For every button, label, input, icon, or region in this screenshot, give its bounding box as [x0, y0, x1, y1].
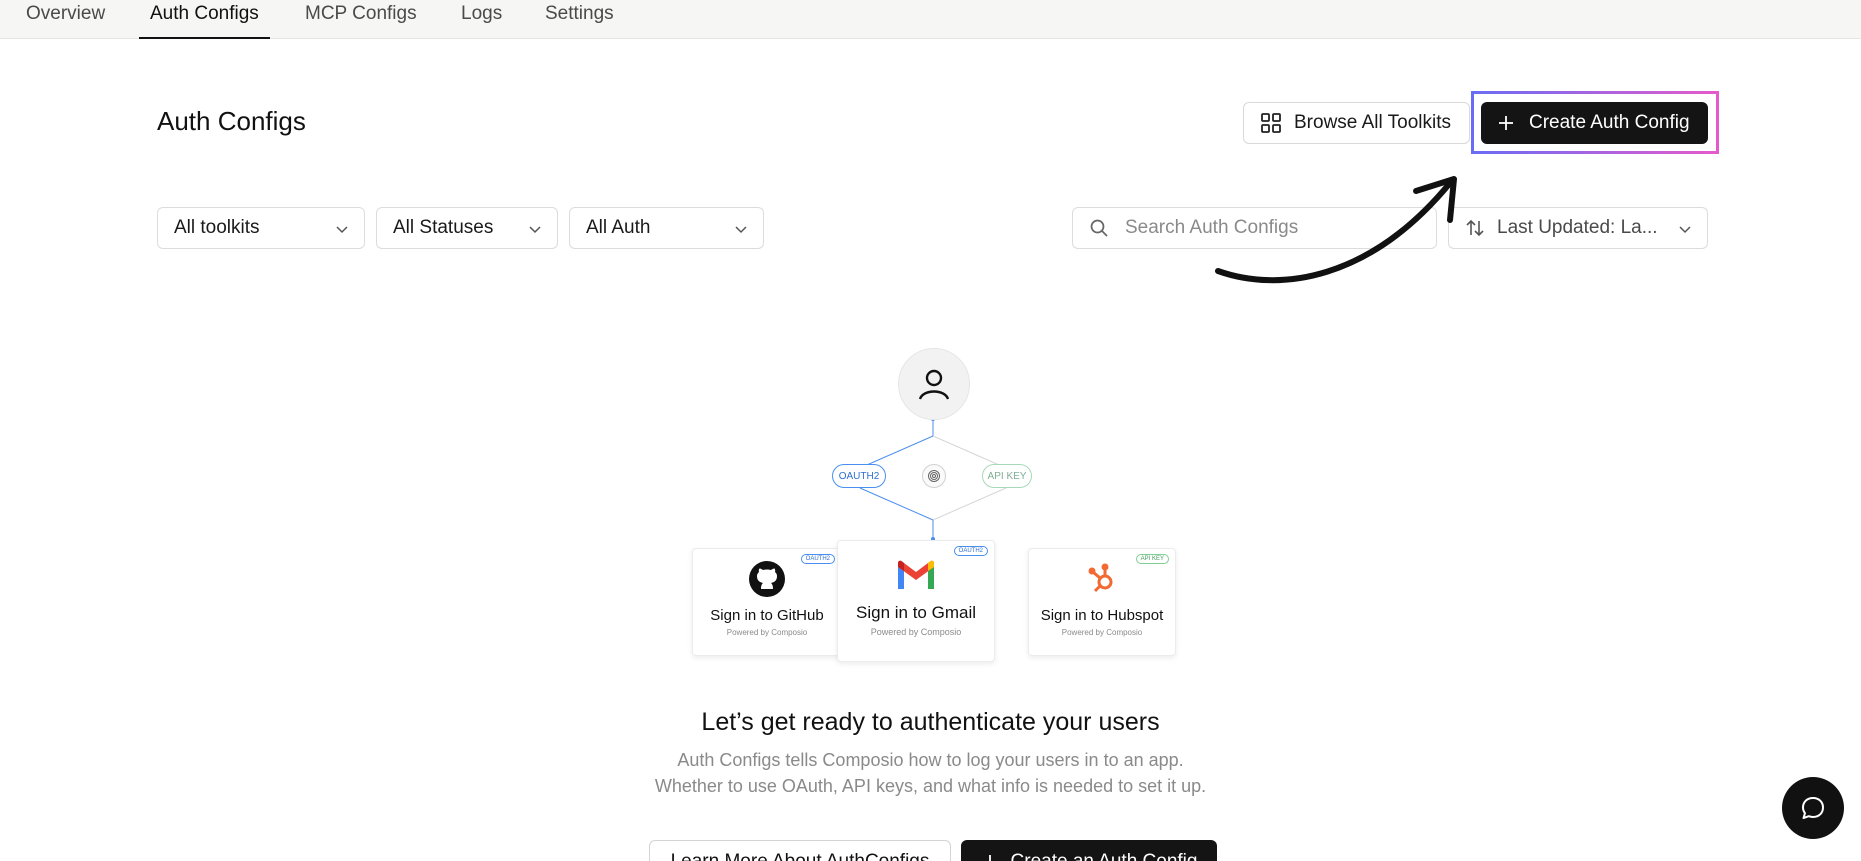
tab-logs[interactable]: Logs [461, 0, 502, 39]
card-tag: API KEY [1135, 554, 1169, 564]
card-title: Sign in to Gmail [856, 603, 976, 622]
user-avatar [898, 348, 970, 420]
chevron-down-icon [336, 226, 348, 234]
create-auth-config-button[interactable]: Create Auth Config [1481, 102, 1708, 144]
gmail-card: OAUTH2 Sign in to Gmail Powered by Compo… [837, 540, 995, 662]
create-an-auth-config-button[interactable]: Create an Auth Config [961, 840, 1217, 861]
grid-icon [1261, 113, 1281, 133]
chevron-down-icon [735, 226, 747, 234]
gmail-icon [898, 560, 934, 589]
active-tab-indicator [139, 37, 270, 39]
chat-button[interactable] [1782, 777, 1844, 839]
browse-label: Browse All Toolkits [1294, 112, 1451, 133]
chevron-down-icon [529, 226, 541, 234]
status-filter-value: All Statuses [393, 217, 494, 238]
status-filter-select[interactable]: All Statuses [376, 207, 558, 249]
create-label: Create Auth Config [1529, 112, 1690, 133]
empty-state-headline: Let’s get ready to authenticate your use… [701, 708, 1160, 736]
fingerprint-icon [922, 464, 946, 488]
chat-bubble-icon [1802, 797, 1824, 819]
card-tag: OAUTH2 [953, 546, 988, 556]
top-nav: Overview Auth Configs MCP Configs Logs S… [0, 0, 1861, 39]
user-icon [918, 369, 950, 400]
create-an-auth-config-label: Create an Auth Config [1011, 851, 1198, 861]
empty-state-description-line2: Whether to use OAuth, API keys, and what… [654, 776, 1207, 796]
page-title: Auth Configs [157, 106, 306, 136]
github-card: OAUTH2 Sign in to GitHub Powered by Comp… [692, 548, 842, 656]
tab-settings[interactable]: Settings [545, 0, 614, 39]
tab-mcp-configs[interactable]: MCP Configs [305, 0, 417, 39]
tab-overview[interactable]: Overview [26, 0, 105, 39]
sort-value: Last Updated: La... [1497, 217, 1658, 238]
learn-more-label: Learn More About AuthConfigs [671, 851, 930, 861]
plus-icon [1499, 116, 1513, 130]
learn-more-button[interactable]: Learn More About AuthConfigs [649, 840, 951, 861]
hubspot-card: API KEY Sign in to Hubspot Powered by Co… [1028, 548, 1176, 656]
card-title: Sign in to GitHub [710, 607, 824, 624]
search-icon [1090, 219, 1108, 237]
auth-illustration: OAUTH2 API KEY OAUTH2 Sign in to GitHub … [680, 340, 1200, 670]
card-tag: OAUTH2 [800, 554, 835, 564]
card-powered-by: Powered by Composio [726, 628, 808, 637]
card-powered-by: Powered by Composio [870, 627, 962, 637]
toolkit-filter-select[interactable]: All toolkits [157, 207, 365, 249]
sort-select[interactable]: Last Updated: La... [1448, 207, 1708, 249]
api-key-pill: API KEY [982, 464, 1032, 488]
page: Overview Auth Configs MCP Configs Logs S… [0, 0, 1861, 861]
empty-state-description-line1: Auth Configs tells Composio how to log y… [677, 750, 1184, 770]
github-icon [749, 561, 785, 597]
auth-filter-select[interactable]: All Auth [569, 207, 764, 249]
card-powered-by: Powered by Composio [1061, 628, 1143, 637]
chevron-down-icon [1679, 226, 1691, 234]
toolkit-filter-value: All toolkits [174, 217, 260, 238]
browse-all-toolkits-button[interactable]: Browse All Toolkits [1243, 102, 1470, 144]
plus-icon [988, 855, 991, 861]
auth-filter-value: All Auth [586, 217, 651, 238]
annotation-arrow [1215, 176, 1457, 284]
tab-auth-configs[interactable]: Auth Configs [139, 0, 270, 39]
oauth-pill: OAUTH2 [832, 464, 886, 488]
card-title: Sign in to Hubspot [1040, 607, 1164, 624]
hubspot-icon [1088, 563, 1113, 593]
